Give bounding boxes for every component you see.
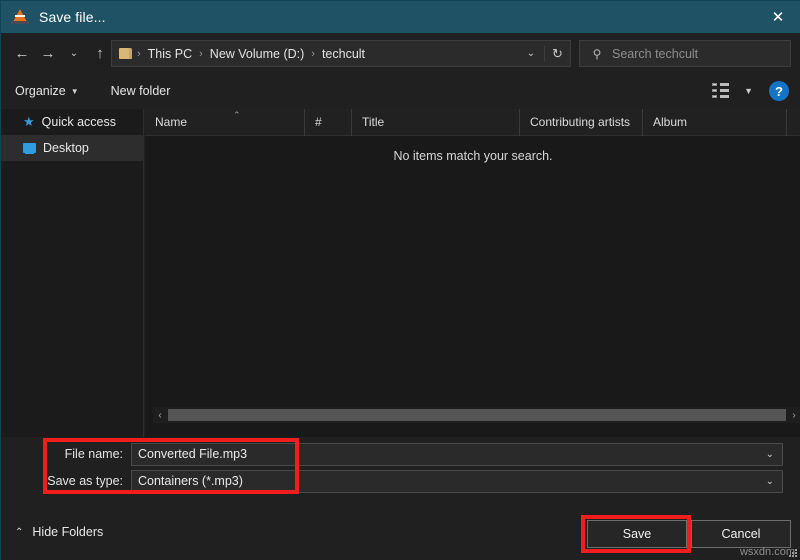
refresh-icon[interactable]: ↻ [544, 45, 570, 62]
breadcrumb-new-volume[interactable]: New Volume (D:) [208, 47, 306, 61]
save-form: File name: Converted File.mp3 ⌄ Save as … [1, 437, 800, 509]
column-header-name[interactable]: Name ⌃ [145, 108, 305, 136]
star-icon: ★ [23, 114, 35, 129]
file-list-pane: Name ⌃ # Title Contributing artists Albu… [145, 108, 800, 437]
command-toolbar: Organize ▼ New folder ▼ ? [1, 73, 800, 109]
watermark-dots-icon [788, 549, 797, 557]
column-header-row: Name ⌃ # Title Contributing artists Albu… [145, 108, 800, 136]
address-bar[interactable]: › This PC › New Volume (D:) › techcult ⌄… [111, 40, 571, 67]
file-name-input[interactable]: Converted File.mp3 ⌄ [131, 442, 783, 466]
save-as-type-row: Save as type: Containers (*.mp3) ⌄ [1, 469, 800, 493]
sidebar-item-label: Quick access [41, 115, 116, 129]
empty-state-message: No items match your search. [393, 149, 553, 163]
column-label: Name [155, 115, 188, 129]
save-button[interactable]: Save [587, 520, 687, 548]
hide-folders-label: Hide Folders [32, 525, 104, 539]
chevron-down-icon[interactable]: ⌄ [766, 449, 782, 460]
cancel-button[interactable]: Cancel [691, 520, 791, 548]
sidebar-item-label: Desktop [43, 141, 89, 155]
recent-locations-icon[interactable]: ⌄ [61, 39, 87, 67]
up-icon[interactable]: ↑ [87, 39, 113, 67]
search-icon: ⚲ [592, 46, 602, 61]
save-as-type-value: Containers (*.mp3) [138, 474, 243, 488]
sort-ascending-icon: ⌃ [233, 109, 241, 120]
new-folder-button[interactable]: New folder [111, 84, 171, 98]
folder-icon [119, 48, 132, 59]
hide-folders-button[interactable]: ⌃ Hide Folders [15, 525, 103, 539]
file-name-row: File name: Converted File.mp3 ⌄ [1, 442, 800, 466]
chevron-down-icon[interactable]: ⌄ [766, 476, 782, 487]
file-name-value: Converted File.mp3 [138, 447, 248, 461]
window-title: Save file... [39, 9, 106, 25]
breadcrumb-techcult[interactable]: techcult [320, 47, 367, 61]
scrollbar-thumb[interactable] [168, 409, 786, 421]
back-icon[interactable]: ← [9, 39, 35, 67]
help-button[interactable]: ? [769, 81, 789, 101]
breadcrumb-separator: › [137, 47, 141, 60]
close-icon[interactable]: ✕ [755, 1, 800, 33]
column-header-title[interactable]: Title [352, 108, 520, 136]
chevron-down-icon[interactable]: ⌄ [518, 48, 544, 59]
scroll-left-icon[interactable]: ‹ [153, 407, 167, 423]
search-box[interactable]: ⚲ Search techcult [579, 40, 791, 67]
save-as-type-select[interactable]: Containers (*.mp3) ⌄ [131, 469, 783, 493]
save-as-type-label: Save as type: [47, 474, 123, 488]
file-name-label: File name: [64, 447, 123, 461]
column-header-number[interactable]: # [305, 108, 352, 136]
address-bar-row: ← → ⌄ ↑ › This PC › New Volume (D:) › te… [1, 33, 800, 73]
search-input[interactable]: Search techcult [612, 47, 698, 61]
watermark-text: wsxdn.com [739, 546, 795, 558]
sidebar-item-quick-access[interactable]: ★ Quick access [1, 109, 143, 135]
breadcrumb-this-pc[interactable]: This PC [146, 47, 194, 61]
organize-button[interactable]: Organize ▼ [15, 84, 79, 98]
organize-label: Organize [15, 84, 66, 98]
navigation-sidebar: ★ Quick access Desktop [1, 109, 144, 437]
scroll-right-icon[interactable]: › [787, 407, 800, 423]
save-file-dialog: Save file... ✕ ← → ⌄ ↑ › This PC › New V… [0, 0, 800, 560]
sidebar-item-desktop[interactable]: Desktop [1, 135, 143, 161]
horizontal-scrollbar[interactable]: ‹ › [153, 407, 800, 423]
chevron-down-icon: ▼ [70, 86, 79, 96]
forward-icon[interactable]: → [35, 39, 61, 67]
breadcrumb-separator: › [199, 47, 203, 60]
chevron-up-icon: ⌃ [15, 526, 24, 538]
column-header-album[interactable]: Album [643, 108, 787, 136]
view-layout-icon[interactable] [712, 83, 729, 98]
vlc-cone-icon [11, 8, 29, 26]
title-bar: Save file... ✕ [1, 1, 800, 33]
monitor-icon [23, 143, 36, 153]
view-options-caret-icon[interactable]: ▼ [744, 86, 753, 96]
column-header-contributing-artists[interactable]: Contributing artists [520, 108, 643, 136]
breadcrumb-separator: › [311, 47, 315, 60]
